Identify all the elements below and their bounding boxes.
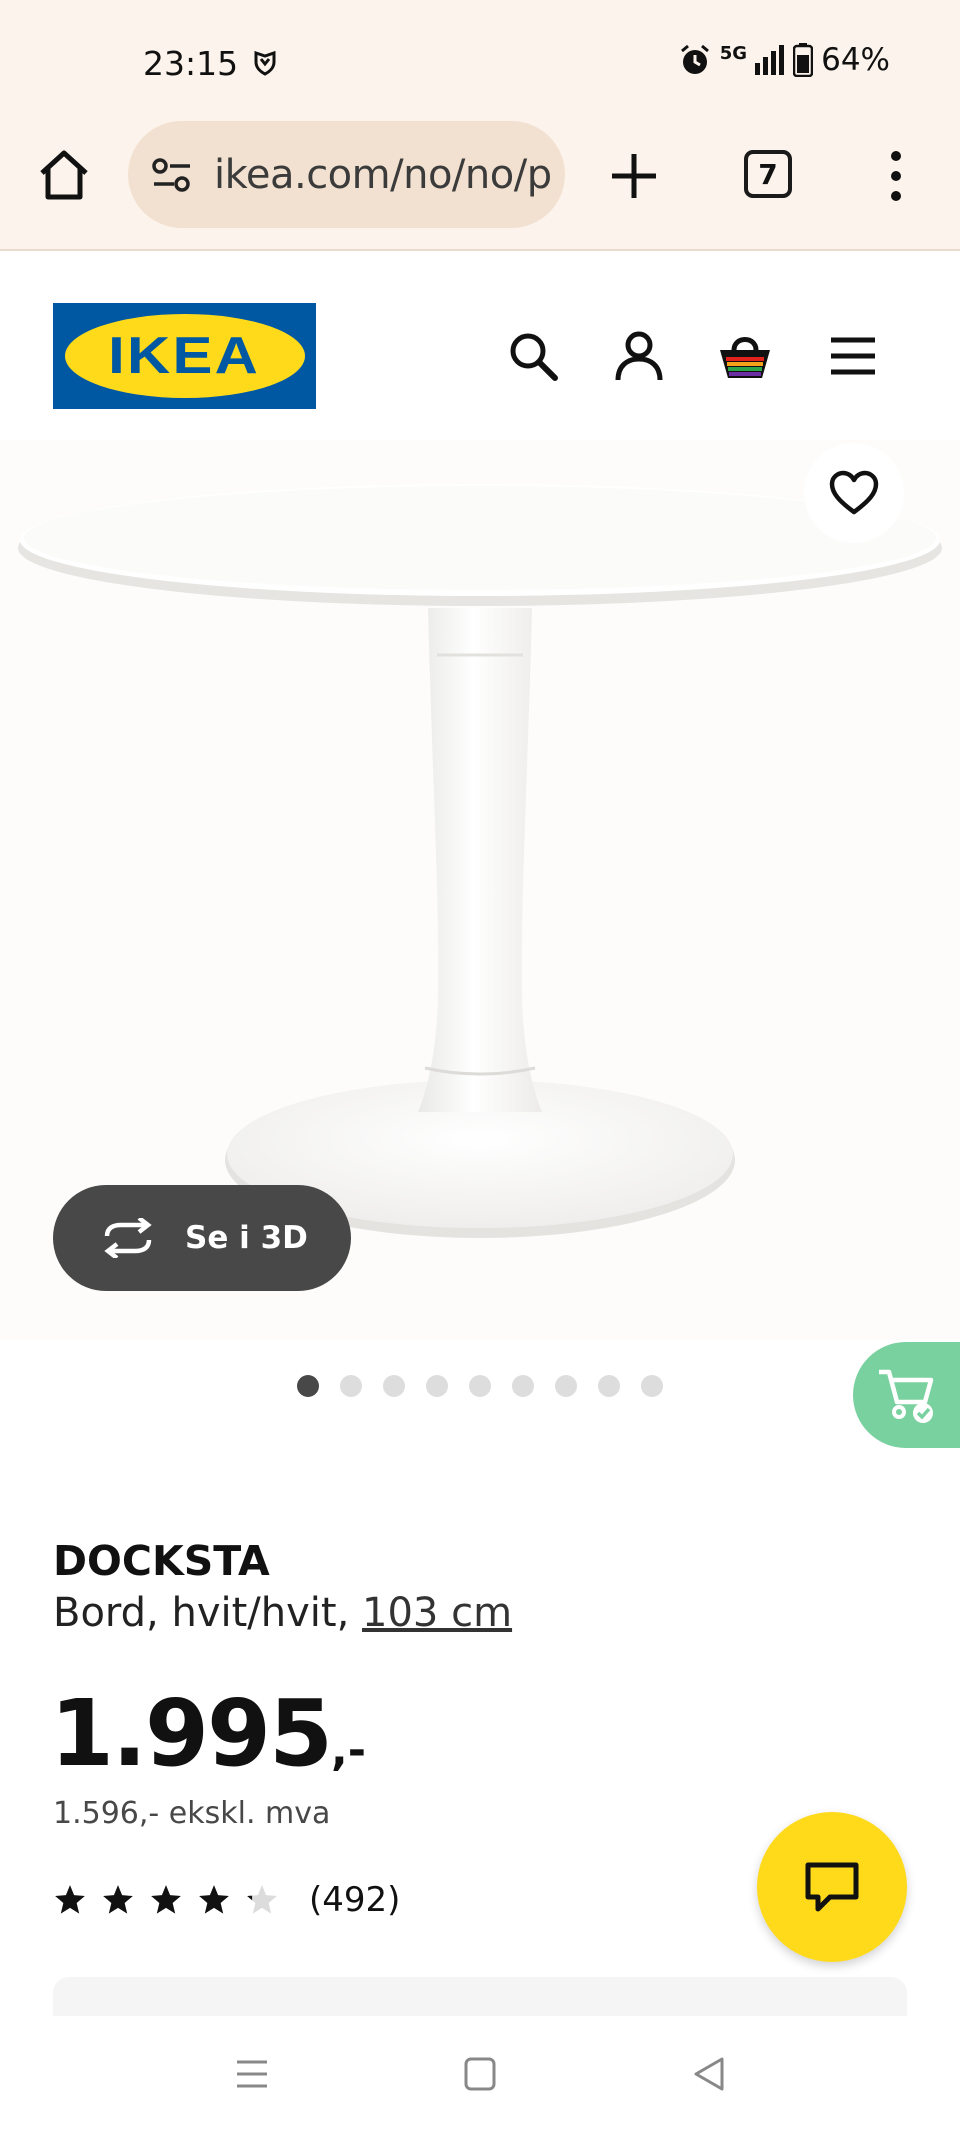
basket-icon[interactable] (717, 328, 773, 384)
product-price: 1.995,- (50, 1680, 366, 1787)
content-card (53, 1977, 907, 2017)
price-suffix: ,- (331, 1725, 366, 1776)
menu-icon[interactable] (825, 328, 881, 384)
price-value: 1.995 (50, 1680, 333, 1787)
star-icon (151, 1885, 181, 1914)
cart-check-icon (879, 1369, 934, 1423)
account-icon[interactable] (611, 328, 667, 384)
home-icon[interactable] (36, 147, 92, 203)
product-type: Bord, hvit/hvit, (53, 1590, 363, 1636)
status-bar: 23:15 5G 64% (0, 0, 960, 120)
gallery-dot[interactable] (297, 1375, 319, 1397)
gallery-dot[interactable] (426, 1375, 448, 1397)
gallery-dot[interactable] (383, 1375, 405, 1397)
battery-icon (793, 43, 814, 77)
star-partial-icon (247, 1885, 277, 1914)
battery-level: 64% (821, 42, 890, 78)
browser-toolbar: ikea.com/no/no/p 7 (0, 120, 960, 251)
chat-icon (805, 1862, 859, 1912)
tab-count: 7 (758, 157, 778, 191)
search-icon[interactable] (505, 328, 561, 384)
gallery-pagination (297, 1375, 663, 1397)
ikea-logo[interactable]: IKEA (53, 303, 316, 409)
gallery-dot[interactable] (555, 1375, 577, 1397)
address-bar[interactable]: ikea.com/no/no/p (128, 121, 565, 228)
heart-icon (829, 470, 879, 515)
chat-button[interactable] (757, 1812, 907, 1962)
new-tab-icon[interactable] (608, 150, 660, 202)
network-type: 5G (719, 42, 748, 64)
star-icon (199, 1885, 229, 1914)
site-settings-icon[interactable] (150, 153, 194, 197)
view-3d-button[interactable]: Se i 3D (53, 1185, 351, 1291)
product-description: Bord, hvit/hvit, 103 cm (53, 1590, 512, 1636)
product-size-link[interactable]: 103 cm (362, 1590, 512, 1636)
view-3d-label: Se i 3D (185, 1220, 308, 1256)
back-icon[interactable] (692, 2056, 726, 2092)
logo-oval: IKEA (64, 314, 305, 398)
gallery-dot[interactable] (598, 1375, 620, 1397)
recent-apps-icon[interactable] (234, 2056, 270, 2092)
price-ex-vat: 1.596,- ekskl. mva (53, 1796, 331, 1831)
alarm-icon (680, 44, 709, 74)
rotate-3d-icon (104, 1218, 152, 1258)
cart-status-button[interactable] (853, 1342, 960, 1448)
url-text: ikea.com/no/no/p (214, 151, 552, 198)
tab-switcher-button[interactable]: 7 (744, 150, 792, 198)
gallery-dot[interactable] (340, 1375, 362, 1397)
gallery-dot[interactable] (641, 1375, 663, 1397)
review-count: (492) (309, 1880, 401, 1920)
star-icon (55, 1885, 85, 1914)
status-time: 23:15 (143, 44, 239, 83)
gallery-dot[interactable] (512, 1375, 534, 1397)
more-options-icon[interactable] (882, 148, 910, 204)
system-nav-bar (0, 2016, 960, 2133)
star-icon (103, 1885, 133, 1914)
gallery-dot[interactable] (469, 1375, 491, 1397)
status-icons: 5G 64% (678, 42, 890, 78)
home-nav-icon[interactable] (463, 2056, 497, 2092)
logo-text: IKEA (108, 327, 261, 385)
product-name: DOCKSTA (53, 1537, 270, 1585)
favorite-button[interactable] (804, 443, 904, 543)
signal-icon (755, 45, 785, 75)
shield-icon (254, 50, 276, 76)
product-rating[interactable]: (492) (53, 1880, 400, 1920)
